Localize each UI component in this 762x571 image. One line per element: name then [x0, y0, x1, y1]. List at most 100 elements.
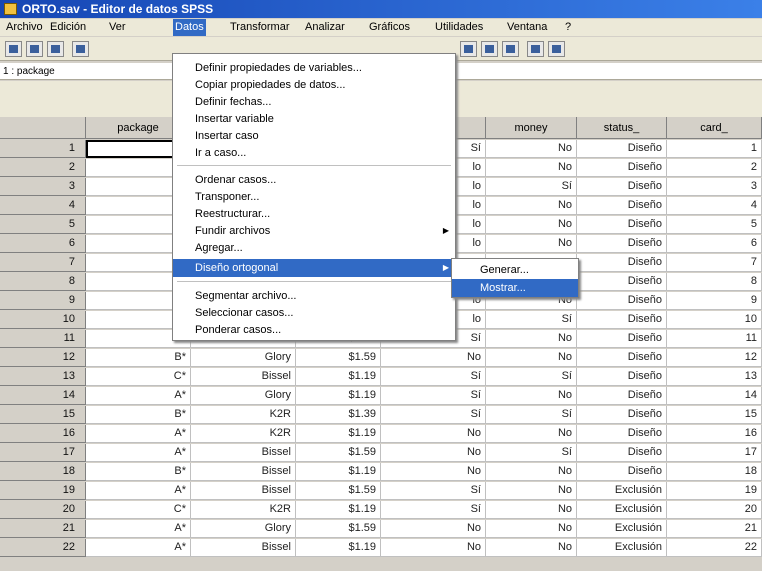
row-number[interactable]: 4 [0, 197, 86, 215]
cell-status[interactable]: Diseño [577, 197, 667, 215]
cell-price[interactable]: $1.59 [296, 444, 381, 462]
cell-status[interactable]: Diseño [577, 463, 667, 481]
cell-brand[interactable]: Bissel [191, 444, 296, 462]
submenu-item-generar[interactable]: Generar... [452, 261, 578, 279]
cell-status[interactable]: Diseño [577, 311, 667, 329]
row-number[interactable]: 8 [0, 273, 86, 291]
cell-card[interactable]: 20 [667, 501, 762, 519]
menu-item-segmentar-archivo[interactable]: Segmentar archivo... [173, 287, 455, 305]
cell-status[interactable]: Diseño [577, 140, 667, 158]
menu-edicion[interactable]: Edición [48, 19, 88, 36]
cell-seal[interactable]: Sí [381, 387, 486, 405]
row-number[interactable]: 13 [0, 368, 86, 386]
cell-status[interactable]: Exclusión [577, 520, 667, 538]
cell-money[interactable]: No [486, 140, 577, 158]
menu-transformar[interactable]: Transformar [228, 19, 292, 36]
row-number[interactable]: 22 [0, 539, 86, 557]
open-file-icon[interactable] [5, 41, 22, 57]
cell-money[interactable]: No [486, 216, 577, 234]
cell-card[interactable]: 12 [667, 349, 762, 367]
cell-card[interactable]: 2 [667, 159, 762, 177]
cell-seal[interactable]: No [381, 520, 486, 538]
menu-archivo[interactable]: Archivo [4, 19, 45, 36]
menu-item-reestructurar[interactable]: Reestructurar... [173, 205, 455, 223]
cell-seal[interactable]: Sí [381, 406, 486, 424]
menu-item-copiar-propiedades[interactable]: Copiar propiedades de datos... [173, 76, 455, 94]
row-number[interactable]: 5 [0, 216, 86, 234]
cell-package[interactable]: A* [86, 425, 191, 443]
cell-card[interactable]: 8 [667, 273, 762, 291]
menu-item-ir-a-caso[interactable]: Ir a caso... [173, 144, 455, 162]
use-sets-icon[interactable] [548, 41, 565, 57]
cell-brand[interactable]: K2R [191, 406, 296, 424]
cell-money[interactable]: No [486, 520, 577, 538]
weight-cases-icon[interactable] [481, 41, 498, 57]
cell-money[interactable]: Sí [486, 178, 577, 196]
menu-item-agregar[interactable]: Agregar... [173, 239, 455, 257]
cell-money[interactable]: No [486, 425, 577, 443]
column-header-card[interactable]: card_ [667, 117, 762, 139]
cell-price[interactable]: $1.59 [296, 482, 381, 500]
cell-price[interactable]: $1.19 [296, 539, 381, 557]
cell-money[interactable]: No [486, 539, 577, 557]
cell-money[interactable]: No [486, 159, 577, 177]
cell-money[interactable]: No [486, 482, 577, 500]
cell-money[interactable]: No [486, 387, 577, 405]
cell-status[interactable]: Diseño [577, 444, 667, 462]
cell-status[interactable]: Diseño [577, 330, 667, 348]
cell-money[interactable]: Sí [486, 406, 577, 424]
menu-item-definir-propiedades[interactable]: Definir propiedades de variables... [173, 59, 455, 77]
row-number[interactable]: 17 [0, 444, 86, 462]
cell-package[interactable]: A* [86, 444, 191, 462]
menu-item-definir-fechas[interactable]: Definir fechas... [173, 93, 455, 111]
cell-card[interactable]: 4 [667, 197, 762, 215]
cell-card[interactable]: 18 [667, 463, 762, 481]
cell-price[interactable]: $1.19 [296, 387, 381, 405]
menu-datos[interactable]: Datos [173, 19, 206, 36]
cell-card[interactable]: 10 [667, 311, 762, 329]
cell-card[interactable]: 14 [667, 387, 762, 405]
cell-package[interactable]: B* [86, 406, 191, 424]
cell-brand[interactable]: Glory [191, 349, 296, 367]
cell-card[interactable]: 16 [667, 425, 762, 443]
menu-utilidades[interactable]: Utilidades [433, 19, 485, 36]
row-number[interactable]: 20 [0, 501, 86, 519]
cell-package[interactable]: B* [86, 349, 191, 367]
cell-card[interactable]: 7 [667, 254, 762, 272]
cell-brand[interactable]: Glory [191, 387, 296, 405]
cell-seal[interactable]: No [381, 425, 486, 443]
menu-item-ordenar-casos[interactable]: Ordenar casos... [173, 171, 455, 189]
cell-money[interactable]: Sí [486, 444, 577, 462]
value-labels-icon[interactable] [527, 41, 544, 57]
cell-seal[interactable]: Sí [381, 482, 486, 500]
cell-card[interactable]: 1 [667, 140, 762, 158]
menu-ventana[interactable]: Ventana [505, 19, 549, 36]
row-number[interactable]: 14 [0, 387, 86, 405]
cell-seal[interactable]: No [381, 349, 486, 367]
cell-money[interactable]: No [486, 501, 577, 519]
print-icon[interactable] [47, 41, 64, 57]
cell-brand[interactable]: Bissel [191, 463, 296, 481]
menu-item-ponderar-casos[interactable]: Ponderar casos... [173, 321, 455, 339]
cell-status[interactable]: Diseño [577, 273, 667, 291]
cell-price[interactable]: $1.19 [296, 463, 381, 481]
row-number[interactable]: 9 [0, 292, 86, 310]
cell-status[interactable]: Diseño [577, 387, 667, 405]
menu-graficos[interactable]: Gráficos [367, 19, 412, 36]
select-cases-icon[interactable] [502, 41, 519, 57]
cell-status[interactable]: Diseño [577, 406, 667, 424]
menu-item-insertar-caso[interactable]: Insertar caso [173, 127, 455, 145]
cell-seal[interactable]: Sí [381, 368, 486, 386]
menu-help[interactable]: ? [563, 19, 573, 36]
cell-card[interactable]: 9 [667, 292, 762, 310]
row-number[interactable]: 1 [0, 140, 86, 158]
cell-money[interactable]: No [486, 349, 577, 367]
menu-item-diseno-ortogonal[interactable]: Diseño ortogonal ▶ [173, 259, 455, 277]
column-header-money[interactable]: money [486, 117, 577, 139]
cell-seal[interactable]: No [381, 463, 486, 481]
cell-card[interactable]: 21 [667, 520, 762, 538]
cell-status[interactable]: Diseño [577, 178, 667, 196]
cell-package[interactable]: B* [86, 463, 191, 481]
cell-status[interactable]: Diseño [577, 349, 667, 367]
cell-seal[interactable]: Sí [381, 501, 486, 519]
